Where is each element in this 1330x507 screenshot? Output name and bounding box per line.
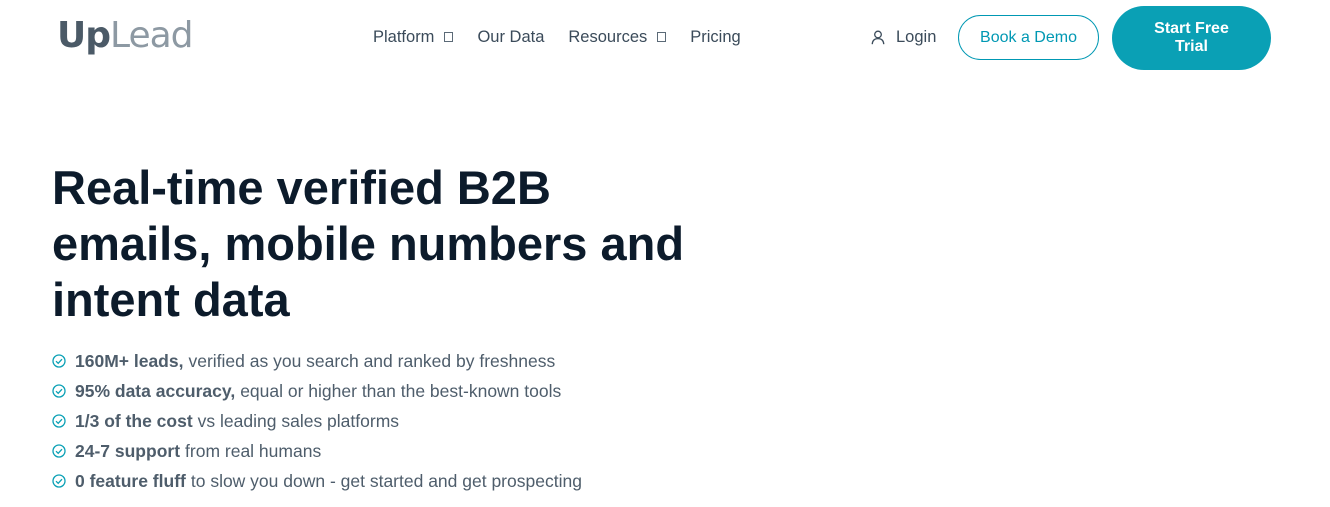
feature-text: to slow you down - get started and get p… [190, 470, 582, 491]
book-demo-label: Book a Demo [980, 28, 1077, 46]
main-nav: Platform Our Data Resources Pricing [373, 27, 765, 47]
user-icon [871, 30, 885, 45]
feature-item: 0 feature fluff to slow you down - get s… [52, 466, 582, 496]
nav-item-pricing[interactable]: Pricing [690, 27, 740, 47]
check-circle-icon [52, 384, 66, 398]
feature-item: 1/3 of the cost vs leading sales platfor… [52, 406, 582, 436]
start-free-trial-label: Start Free Trial [1154, 20, 1229, 55]
check-circle-icon [52, 414, 66, 428]
uplead-logo[interactable]: UpLead [57, 14, 194, 58]
logo-part-lead: Lead [110, 15, 193, 56]
check-circle-icon [52, 474, 66, 488]
feature-list: 160M+ leads, verified as you search and … [52, 346, 582, 496]
hero-headline: Real-time verified B2B emails, mobile nu… [52, 161, 685, 326]
start-free-trial-button[interactable]: Start Free Trial [1112, 6, 1271, 70]
feature-item: 160M+ leads, verified as you search and … [52, 346, 582, 376]
feature-text: verified as you search and ranked by fre… [188, 350, 556, 371]
feature-item: 95% data accuracy, equal or higher than … [52, 376, 582, 406]
feature-text: vs leading sales platforms [197, 410, 400, 431]
feature-item: 24-7 support from real humans [52, 436, 582, 466]
feature-bold: 1/3 of the cost [75, 410, 193, 431]
nav-item-our-data[interactable]: Our Data [477, 27, 544, 47]
book-demo-button[interactable]: Book a Demo [958, 15, 1099, 60]
feature-text: from real humans [185, 440, 322, 461]
check-circle-icon [52, 354, 66, 368]
feature-bold: 95% data accuracy, [75, 380, 236, 401]
site-header: UpLead Platform Our Data Resources Prici… [0, 0, 1330, 76]
logo-part-up: Up [57, 15, 111, 56]
feature-bold: 24-7 support [75, 440, 181, 461]
feature-text: equal or higher than the best-known tool… [240, 380, 562, 401]
nav-item-label: Platform [373, 28, 435, 46]
nav-item-label: Resources [568, 28, 648, 46]
nav-item-label: Pricing [690, 28, 741, 46]
nav-item-resources[interactable]: Resources [568, 27, 667, 47]
nav-item-label: Our Data [477, 28, 545, 46]
login-link[interactable]: Login [871, 28, 936, 47]
nav-item-platform[interactable]: Platform [373, 27, 454, 47]
feature-bold: 160M+ leads, [75, 350, 184, 371]
chevron-down-icon [657, 32, 667, 42]
feature-bold: 0 feature fluff [75, 470, 186, 491]
chevron-down-icon [444, 32, 454, 42]
check-circle-icon [52, 444, 66, 458]
login-label: Login [896, 28, 937, 46]
